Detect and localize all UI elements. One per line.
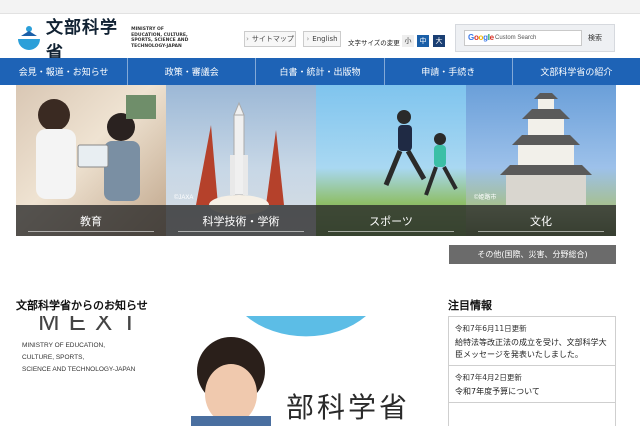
font-size-small-button[interactable]: 小 [402, 35, 414, 47]
list-item[interactable]: 令和7年6月11日更新 給特法等改正法の成立を受け、文部科学大臣メッセージを発表… [449, 317, 615, 366]
mext-logo-icon [16, 25, 42, 51]
hot-topics-title: 注目情報 [448, 299, 492, 312]
hero-label-science: 科学技術・学術 [166, 205, 316, 236]
logo-english-text: MINISTRY OF EDUCATION, CULTURE, SPORTS, … [131, 27, 189, 49]
global-nav: 会見・報道・お知らせ 政策・審議会 白書・統計・出版物 申請・手続き 文部科学省… [0, 58, 640, 85]
hero-panel-sports[interactable]: スポーツ [316, 85, 466, 236]
sitemap-button[interactable]: › サイトマップ [244, 31, 296, 47]
english-button[interactable]: › English [303, 31, 341, 47]
hot-item-date: 令和7年4月2日更新 [455, 373, 522, 382]
font-size-label: 文字サイズの変更 [348, 39, 400, 47]
hero-label-culture: 文化 [466, 205, 616, 236]
hot-topics-list: 令和7年6月11日更新 給特法等改正法の成立を受け、文部科学大臣メッセージを発表… [448, 316, 616, 426]
search-button[interactable]: 検索 [582, 30, 608, 46]
nav-item-press[interactable]: 会見・報道・お知らせ [0, 58, 129, 85]
mext-wordmark: MEXT [38, 316, 147, 336]
google-logo: Google [468, 33, 494, 42]
english-label: English [312, 35, 338, 43]
hero-panels: 教育 ©JAXA 科学技術・学術 スポーツ ©姫路市 文化 [16, 85, 616, 236]
hero-panel-education[interactable]: 教育 [16, 85, 166, 236]
hot-item-text: 令和7年度予算について [455, 387, 540, 396]
logo-japanese-text: 文部科学省 [46, 18, 118, 63]
hot-item-date: 令和7年6月11日更新 [455, 324, 527, 333]
chevron-right-icon: › [246, 35, 249, 43]
page: 文部科学省 MINISTRY OF EDUCATION, CULTURE, SP… [0, 0, 640, 426]
other-categories-button[interactable]: その他(国際、災害、分野総合) [449, 245, 616, 264]
font-size-medium-button[interactable]: 中 [417, 35, 429, 47]
chevron-right-icon: › [306, 35, 310, 43]
sitemap-label: サイトマップ [251, 35, 294, 43]
ministry-line-1: MINISTRY OF EDUCATION, [22, 342, 106, 349]
search-box: Custom Search Google 検索 [455, 24, 615, 52]
ministry-kanji: 部科学省 [286, 391, 411, 424]
hero-panel-science[interactable]: ©JAXA 科学技術・学術 [166, 85, 316, 236]
nav-item-policy[interactable]: 政策・審議会 [128, 58, 257, 85]
news-banner[interactable]: MEXT MINISTRY OF EDUCATION, CULTURE, SPO… [16, 316, 436, 426]
hot-item-text: 給特法等改正法の成立を受け、文部科学大臣メッセージを発表いたしました。 [455, 338, 607, 359]
font-size-large-button[interactable]: 大 [433, 35, 445, 47]
photo-credit: ©JAXA [174, 195, 194, 201]
ministry-line-2: CULTURE, SPORTS, [22, 354, 85, 361]
photo-credit: ©姫路市 [474, 195, 497, 201]
news-section-title: 文部科学省からのお知らせ [16, 299, 148, 312]
site-logo[interactable]: 文部科学省 MINISTRY OF EDUCATION, CULTURE, SP… [16, 18, 196, 63]
list-item[interactable]: 令和7年4月2日更新 令和7年度予算について [449, 366, 615, 403]
nav-item-publications[interactable]: 白書・統計・出版物 [256, 58, 385, 85]
nav-item-about[interactable]: 文部科学省の紹介 [513, 58, 640, 85]
hero-label-education: 教育 [16, 205, 166, 236]
top-strip [0, 0, 640, 14]
nav-item-applications[interactable]: 申請・手続き [385, 58, 513, 85]
ministry-line-3: SCIENCE AND TECHNOLOGY-JAPAN [22, 366, 136, 373]
hero-panel-culture[interactable]: ©姫路市 文化 [466, 85, 616, 236]
hero-label-sports: スポーツ [316, 205, 466, 236]
